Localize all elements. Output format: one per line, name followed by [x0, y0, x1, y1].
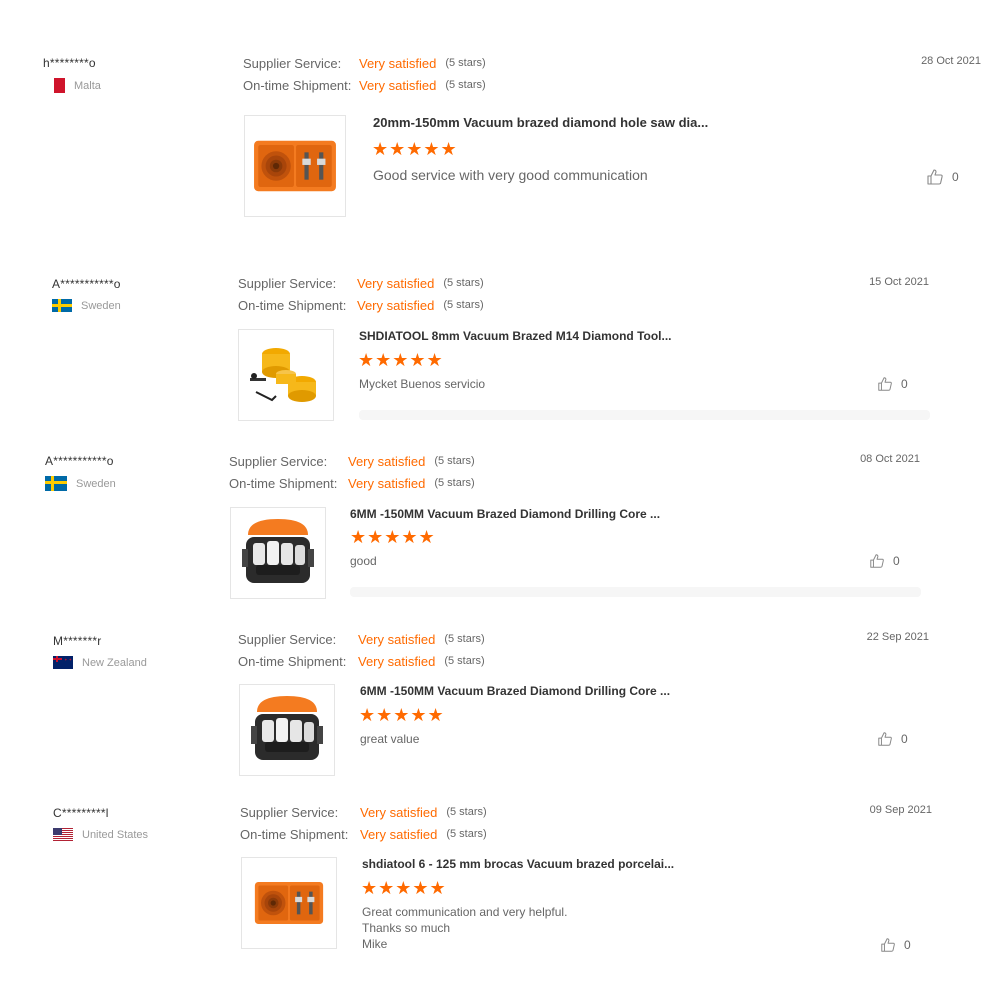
country-name: United States	[82, 828, 149, 841]
on-time-shipment-label: On-time Shipment:	[240, 826, 349, 842]
review-comment: Great communication and very helpful. Th…	[362, 904, 567, 952]
supplier-service-stars: (5 stars)	[446, 806, 487, 818]
reviewer-info: C*********l United States	[53, 806, 148, 841]
product-title-link[interactable]: shdiatool 6 - 125 mm brocas Vacuum braze…	[362, 857, 674, 871]
star-rating: ★★★★★	[361, 878, 447, 898]
reviewer-country: United States	[53, 828, 148, 841]
rating-summary: Supplier Service: Very satisfied (5 stars)…	[240, 801, 487, 845]
supplier-service-rating: Very satisfied	[360, 804, 438, 820]
like-count: 0	[904, 938, 911, 952]
review-comment-line: Mike	[362, 937, 388, 951]
reviewer-name: C*********l	[53, 806, 109, 820]
on-time-shipment-rating: Very satisfied	[360, 826, 438, 842]
on-time-shipment-stars: (5 stars)	[446, 828, 487, 840]
review-date: 09 Sep 2021	[869, 804, 932, 816]
product-thumbnail[interactable]	[241, 857, 337, 949]
hole-saw-kit-case-icon	[254, 880, 324, 926]
supplier-service-label: Supplier Service:	[240, 804, 339, 820]
review-item: C*********l United States Supplier Servi…	[0, 0, 1000, 1000]
like-button[interactable]: 0	[880, 937, 911, 953]
united-states-flag-icon	[53, 828, 73, 841]
review-comment-line: Great communication and very helpful.	[362, 905, 568, 919]
review-comment-line: Thanks so much	[362, 921, 451, 935]
thumbs-up-icon	[880, 937, 896, 953]
